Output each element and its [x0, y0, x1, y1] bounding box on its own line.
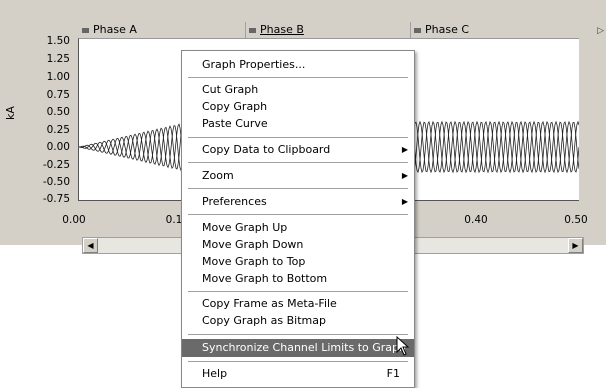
menu-separator [188, 77, 408, 78]
submenu-arrow-icon: ▶ [401, 145, 408, 154]
menu-separator [188, 214, 408, 215]
menu-item-label: Paste Curve [202, 117, 268, 130]
submenu-arrow-icon: ▶ [401, 171, 408, 180]
phase-b-label: Phase B [260, 23, 304, 36]
header-phase-b[interactable]: Phase B [249, 22, 304, 38]
menu-item-label: Copy Graph as Bitmap [202, 314, 326, 327]
menu-item-label: Move Graph to Top [202, 255, 306, 268]
y-tick-label: 1.00 [46, 71, 70, 83]
menu-separator [188, 291, 408, 292]
menu-separator [188, 137, 408, 138]
menu-item-paste-curve[interactable]: Paste Curve [182, 115, 414, 133]
y-tick-label: -0.75 [42, 193, 70, 205]
menu-separator [188, 334, 408, 335]
menu-item-move-bottom[interactable]: Move Graph to Bottom [182, 270, 414, 288]
submenu-arrow-icon: ▶ [401, 197, 408, 206]
menu-item-label: Copy Frame as Meta-File [202, 297, 337, 310]
menu-item-label: Help [202, 367, 228, 380]
menu-item-label: Copy Data to Clipboard [202, 143, 331, 156]
menu-item-move-up[interactable]: Move Graph Up [182, 219, 414, 237]
menu-separator [188, 162, 408, 163]
y-tick-label: 0.75 [46, 89, 70, 101]
y-tick-label: 1.50 [46, 35, 70, 47]
menu-item-copy-graph[interactable]: Copy Graph [182, 98, 414, 116]
phase-c-swatch-icon [414, 27, 421, 33]
y-tick-label: -0.25 [42, 159, 70, 171]
menu-shortcut: F1 [386, 367, 400, 380]
menu-item-move-top[interactable]: Move Graph to Top [182, 253, 414, 271]
menu-item-label: Preferences [202, 195, 267, 208]
menu-item-label: Graph Properties... [202, 58, 306, 71]
menu-item-label: Move Graph Up [202, 221, 288, 234]
header-divider [410, 22, 411, 38]
y-tick-label: -0.50 [42, 176, 70, 188]
menu-item-label: Copy Graph [202, 100, 268, 113]
menu-item-help[interactable]: Help F1 [182, 365, 414, 383]
x-tick-label: 0.50 [564, 214, 588, 226]
header-scroll-right-icon[interactable]: ▷ [597, 26, 604, 36]
menu-item-label: Synchronize Channel Limits to Graph [202, 341, 406, 354]
y-axis-title: kA [4, 106, 17, 120]
header-phase-a[interactable]: Phase A [82, 22, 137, 38]
menu-item-label: Move Graph Down [202, 238, 304, 251]
header-divider [245, 22, 246, 38]
menu-item-copy-data[interactable]: Copy Data to Clipboard ▶ [182, 141, 414, 159]
menu-item-zoom[interactable]: Zoom ▶ [182, 167, 414, 185]
phase-b-swatch-icon [249, 27, 256, 33]
menu-item-move-down[interactable]: Move Graph Down [182, 236, 414, 254]
y-tick-label: 0.50 [46, 106, 70, 118]
y-tick-label: 0.25 [46, 124, 70, 136]
mouse-pointer-icon [396, 335, 410, 362]
phase-a-label: Phase A [93, 23, 137, 36]
phase-a-swatch-icon [82, 27, 89, 33]
scroll-right-icon[interactable]: ▶ [568, 238, 583, 253]
y-tick-label: 1.25 [46, 53, 70, 65]
header-phase-c[interactable]: Phase C [414, 22, 469, 38]
menu-item-label: Cut Graph [202, 83, 259, 96]
scroll-left-icon[interactable]: ◀ [83, 238, 98, 253]
menu-item-preferences[interactable]: Preferences ▶ [182, 193, 414, 211]
graph-window: Phase A Phase B Phase C ▷ kA 1.50 1.25 1… [0, 0, 606, 388]
menu-item-graph-properties[interactable]: Graph Properties... [182, 56, 414, 74]
menu-separator [188, 188, 408, 189]
menu-item-cut-graph[interactable]: Cut Graph [182, 81, 414, 99]
menu-separator [188, 361, 408, 362]
menu-item-copy-bitmap[interactable]: Copy Graph as Bitmap [182, 312, 414, 330]
menu-item-label: Move Graph to Bottom [202, 272, 328, 285]
phase-c-label: Phase C [425, 23, 470, 36]
menu-item-label: Zoom [202, 169, 234, 182]
x-tick-label: 0.00 [62, 214, 86, 226]
x-tick-label: 0.40 [464, 214, 488, 226]
menu-item-sync-limits[interactable]: Synchronize Channel Limits to Graph [182, 339, 414, 357]
menu-item-copy-frame[interactable]: Copy Frame as Meta-File [182, 295, 414, 313]
context-menu: Graph Properties... Cut Graph Copy Graph… [181, 50, 415, 388]
y-tick-label: 0.00 [46, 141, 70, 153]
